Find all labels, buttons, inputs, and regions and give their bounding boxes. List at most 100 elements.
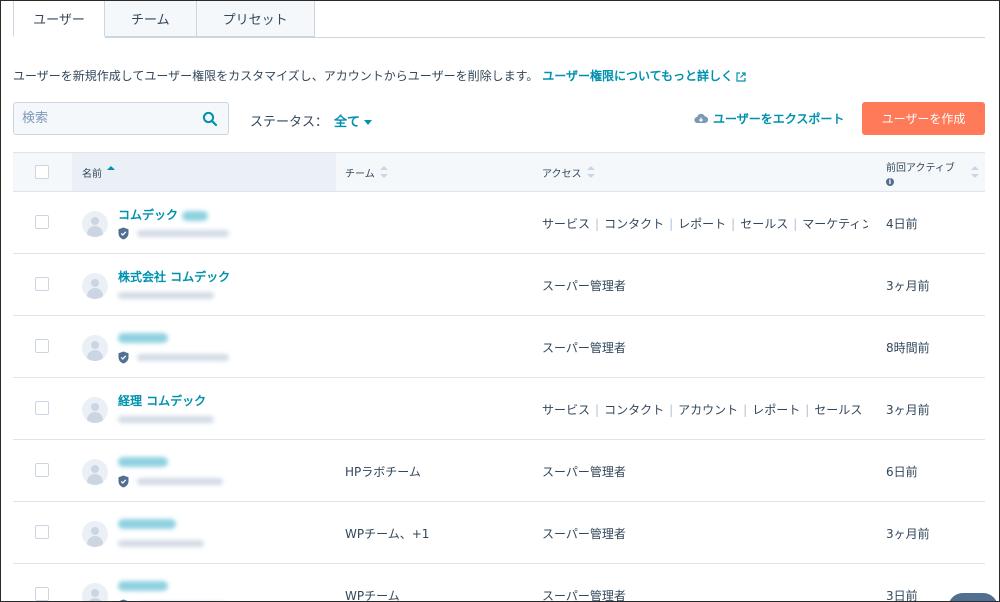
table-row[interactable]: HPラボチーム スーパー管理者 6日前 — [13, 440, 985, 502]
avatar — [82, 211, 108, 237]
cloud-download-icon — [694, 113, 708, 124]
row-checkbox[interactable] — [35, 463, 49, 477]
redacted-email — [137, 353, 229, 361]
search-icon[interactable] — [202, 111, 218, 127]
column-header-last-active[interactable]: 前回アクティブ i — [886, 153, 976, 191]
access-cell: スーパー管理者 — [542, 339, 868, 356]
sort-icon[interactable] — [971, 166, 979, 178]
export-users-button[interactable]: ユーザーをエクスポート — [694, 110, 844, 127]
table-row[interactable]: WPチーム スーパー管理者 3日前 — [13, 564, 985, 602]
user-name-link[interactable]: 株式会社 コムデック — [118, 268, 230, 285]
sort-ascending-icon — [107, 166, 115, 178]
access-separator: | — [595, 217, 600, 231]
table-row[interactable]: 経理 コムデックサービス|コンタクト|アカウント|レポート|セールス|マーケティ… — [13, 378, 985, 440]
row-checkbox[interactable] — [35, 339, 49, 353]
user-name-link[interactable]: 経理 コムデック — [118, 392, 206, 409]
avatar — [82, 521, 108, 547]
user-name-label: 経理 コムデック — [118, 394, 207, 408]
status-filter[interactable]: ステータス： 全て — [250, 111, 373, 130]
team-cell: WPチーム、+1 — [345, 527, 430, 541]
access-item: サービス — [542, 403, 591, 417]
access-item: スーパー管理者 — [542, 465, 626, 479]
team-cell: HPラボチーム — [345, 465, 421, 479]
redacted-name — [118, 580, 168, 591]
table-row[interactable]: WPチーム、+1 スーパー管理者 3ヶ月前 — [13, 502, 985, 564]
access-separator: | — [731, 217, 736, 231]
learn-more-link[interactable]: ユーザー権限についてもっと詳しく — [542, 69, 746, 83]
avatar — [82, 459, 108, 485]
column-header-access[interactable]: アクセス — [542, 153, 595, 191]
access-item: レポート — [752, 403, 801, 417]
access-separator: | — [867, 403, 868, 417]
row-checkbox[interactable] — [35, 215, 49, 229]
access-separator: | — [793, 217, 798, 231]
avatar — [82, 583, 108, 601]
search-box — [13, 102, 229, 135]
table-row[interactable]: 株式会社 コムデック スーパー管理者 3ヶ月前 — [13, 254, 985, 316]
row-checkbox[interactable] — [35, 587, 49, 601]
table-row[interactable]: コムデック サービス | コンタクト | レポート | セールス | マーケティング 4日前 — [13, 192, 985, 254]
app-frame: ユーザー チーム プリセット ユーザーを新規作成してユーザー権限をカスタマイズし… — [0, 0, 1000, 602]
column-header-team[interactable]: チーム — [345, 153, 388, 191]
last-active-cell: 8時間前 — [886, 341, 930, 355]
info-icon[interactable]: i — [886, 177, 894, 186]
row-checkbox[interactable] — [35, 401, 49, 415]
avatar — [82, 335, 108, 361]
chat-widget-button[interactable] — [948, 593, 998, 601]
status-filter-value: 全て — [334, 115, 361, 130]
row-checkbox[interactable] — [35, 525, 49, 539]
tab-teams[interactable]: チーム — [105, 1, 197, 37]
redacted-name — [182, 210, 209, 221]
redacted-name — [118, 332, 168, 343]
access-cell: サービス | コンタクト | レポート | セールス | マーケティング — [542, 215, 868, 232]
access-item: コンタクト — [604, 403, 665, 417]
learn-more-link-label: ユーザー権限についてもっと詳しく — [542, 69, 734, 83]
sort-icon — [586, 166, 595, 178]
select-all-checkbox[interactable] — [35, 165, 49, 179]
access-cell: スーパー管理者 — [542, 463, 868, 480]
user-name-link[interactable] — [118, 516, 176, 530]
access-item: コンタクト — [604, 217, 665, 231]
access-item: スーパー管理者 — [542, 341, 626, 355]
column-header-team-label: チーム — [345, 168, 375, 180]
user-name-link[interactable] — [118, 330, 168, 344]
user-email — [118, 350, 229, 364]
user-name-label: コムデック — [118, 208, 179, 222]
column-header-name-label: 名前 — [82, 168, 102, 180]
tab-users[interactable]: ユーザー — [13, 1, 105, 37]
search-input[interactable] — [14, 103, 202, 134]
access-item: スーパー管理者 — [542, 279, 626, 293]
access-item: スーパー管理者 — [542, 527, 626, 541]
table-row[interactable]: スーパー管理者 8時間前 — [13, 316, 985, 378]
user-email — [118, 226, 229, 240]
user-email — [118, 536, 204, 550]
access-item: マーケティング — [802, 217, 868, 231]
user-name-link[interactable]: コムデック — [118, 206, 209, 223]
redacted-email — [118, 415, 214, 423]
row-checkbox[interactable] — [35, 277, 49, 291]
user-name-link[interactable] — [118, 454, 168, 468]
redacted-email — [137, 477, 223, 485]
shield-check-icon — [118, 599, 129, 601]
redacted-name — [118, 456, 168, 467]
access-separator: | — [669, 403, 674, 417]
shield-check-icon — [118, 351, 129, 363]
table-body: コムデック サービス | コンタクト | レポート | セールス | マーケティング 4日前株式会… — [13, 192, 985, 602]
column-header-name[interactable]: 名前 — [72, 153, 336, 191]
user-email — [118, 288, 214, 302]
shield-check-icon — [118, 227, 129, 239]
user-name-label: 株式会社 コムデック — [118, 270, 231, 284]
access-cell: スーパー管理者 — [542, 277, 868, 294]
team-cell: WPチーム — [345, 589, 400, 602]
create-user-button[interactable]: ユーザーを作成 — [862, 102, 985, 135]
users-table: 名前 チーム アクセス 前回アクティブ i コムデック サービス | コンタクト | レ… — [13, 152, 985, 602]
user-name-link[interactable] — [118, 578, 168, 592]
tab-underline — [105, 37, 985, 38]
column-header-access-label: アクセス — [542, 168, 582, 180]
tab-bar: ユーザー チーム プリセット — [13, 1, 315, 38]
access-cell: スーパー管理者 — [542, 525, 868, 542]
access-separator: | — [743, 403, 748, 417]
access-separator: | — [595, 403, 600, 417]
redacted-email — [118, 291, 214, 299]
tab-presets[interactable]: プリセット — [196, 1, 315, 37]
